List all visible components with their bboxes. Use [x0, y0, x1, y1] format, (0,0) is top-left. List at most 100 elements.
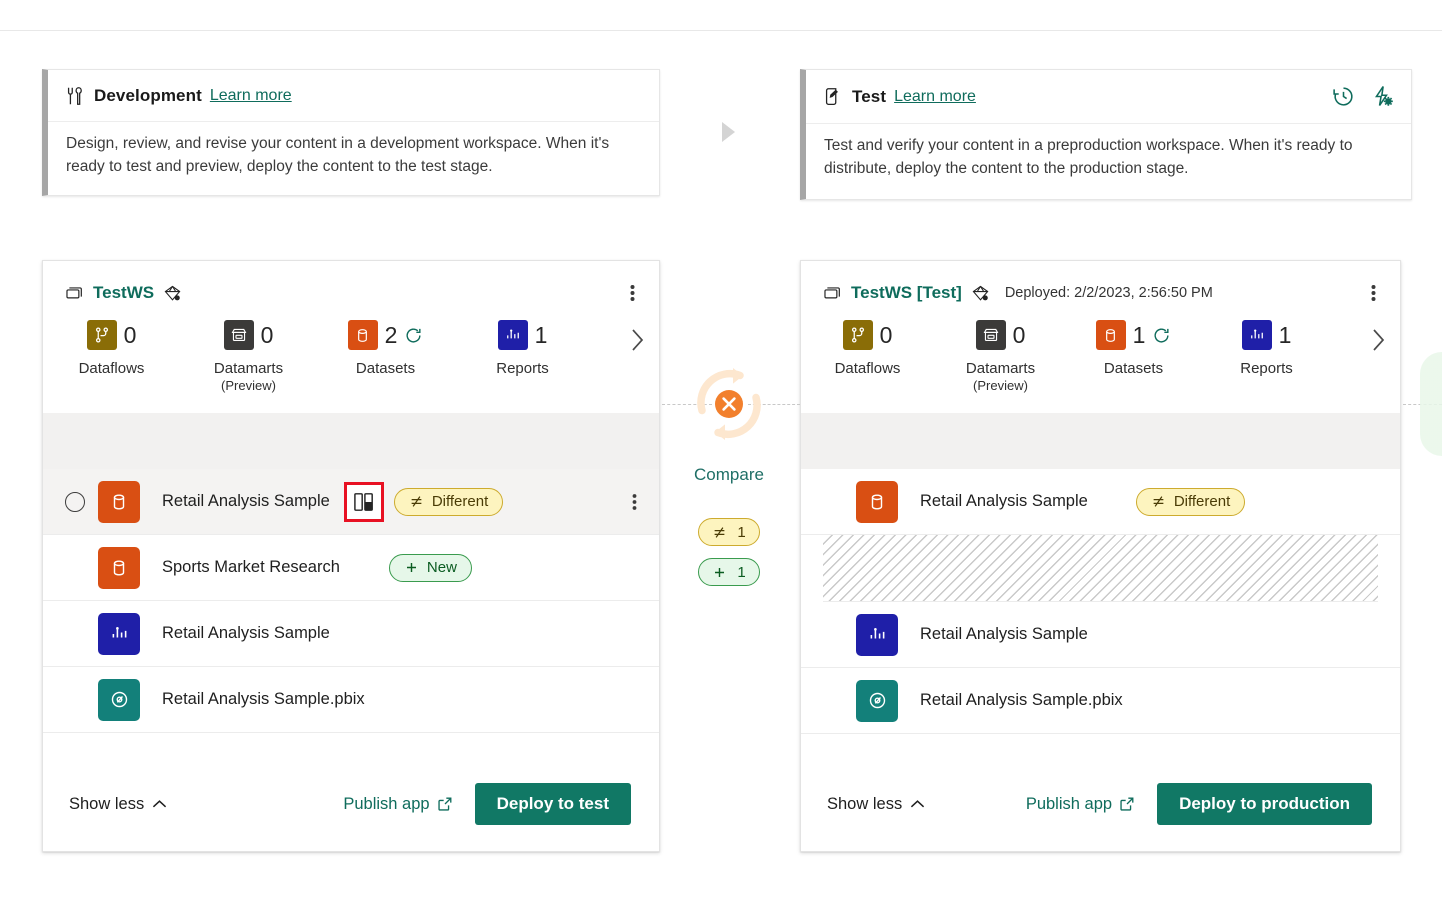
workspace-more-options-button[interactable] [624, 281, 641, 305]
item-name: Retail Analysis Sample.pbix [920, 691, 1123, 710]
chevron-up-icon [152, 799, 167, 809]
list-item[interactable]: Retail Analysis Sample [801, 602, 1400, 668]
not-equal-icon [409, 494, 424, 509]
list-item[interactable]: Retail Analysis Sample.pbix [43, 667, 659, 733]
stage-card-development: Development Learn more Design, review, a… [42, 69, 660, 196]
status-label: Different [432, 493, 488, 510]
dataset-icon [98, 481, 140, 523]
status-label: New [427, 559, 457, 576]
stat-datamarts[interactable]: 0 Datamarts (Preview) [180, 319, 317, 393]
compare-count-value: 1 [737, 564, 745, 581]
workspace-name[interactable]: TestWS [Test] [851, 283, 962, 303]
deployment-history-icon[interactable] [1331, 84, 1356, 109]
list-item[interactable]: Retail Analysis Sample Different [43, 469, 659, 535]
workspace-more-options-button[interactable] [1365, 281, 1382, 305]
stats-next-chevron-icon[interactable] [1370, 327, 1386, 353]
workspace-header-development: TestWS [43, 261, 659, 305]
publish-app-label: Publish app [343, 795, 429, 814]
stat-datasets[interactable]: 2 Datasets [317, 319, 454, 378]
workspace-header-test: TestWS [Test] Deployed: 2/2/2023, 2:56:5… [801, 261, 1400, 305]
not-equal-icon [712, 525, 727, 540]
workspace-content-band [43, 413, 659, 469]
dataset-icon [98, 547, 140, 589]
stage-card-test: Test Learn more Test and verify your con… [800, 69, 1412, 200]
list-item[interactable]: Retail Analysis Sample [43, 601, 659, 667]
compare-count-different[interactable]: 1 [698, 518, 760, 546]
stat-reports[interactable]: 1 Reports [454, 319, 591, 378]
status-badge-different[interactable]: Different [1136, 488, 1245, 516]
open-external-icon [437, 796, 453, 812]
tools-icon [64, 85, 86, 107]
content-list-test: Retail Analysis Sample Different Retail … [801, 469, 1400, 734]
learn-more-link-test[interactable]: Learn more [894, 88, 976, 106]
status-badge-different[interactable]: Different [394, 488, 503, 516]
stat-label: Datasets [356, 359, 415, 378]
compare-count-new[interactable]: 1 [698, 558, 760, 586]
dataset-icon [348, 320, 378, 350]
stage-description: Test and verify your content in a prepro… [806, 124, 1411, 180]
stat-label: Datasets [1104, 359, 1163, 378]
learn-more-link-development[interactable]: Learn more [210, 87, 292, 105]
list-item[interactable]: Sports Market Research New [43, 535, 659, 601]
show-less-label: Show less [69, 795, 144, 814]
list-item[interactable]: Retail Analysis Sample.pbix [801, 668, 1400, 734]
publish-app-label: Publish app [1026, 795, 1112, 814]
item-name: Retail Analysis Sample [920, 492, 1088, 511]
deploy-to-production-button[interactable]: Deploy to production [1157, 783, 1372, 825]
stat-label: Datamarts [966, 359, 1035, 378]
stat-label: Datamarts [214, 359, 283, 378]
stat-datamarts[interactable]: 0 Datamarts (Preview) [934, 319, 1067, 393]
stat-label: Reports [1240, 359, 1293, 378]
dataset-icon [1096, 320, 1126, 350]
compare-items-icon[interactable] [344, 482, 384, 522]
status-badge-new[interactable]: New [389, 554, 472, 582]
stat-reports[interactable]: 1 Reports [1200, 319, 1333, 378]
chevron-up-icon [910, 799, 925, 809]
stat-count: 0 [261, 324, 274, 347]
stat-count: 1 [1279, 324, 1292, 347]
dataset-icon [856, 481, 898, 523]
refresh-icon[interactable] [404, 326, 423, 345]
stat-dataflows[interactable]: 0 Dataflows [801, 319, 934, 378]
datamart-icon [224, 320, 254, 350]
stage-header-test: Test Learn more [806, 70, 1411, 124]
show-less-button[interactable]: Show less [69, 795, 167, 814]
report-icon [1242, 320, 1272, 350]
stat-dataflows[interactable]: 0 Dataflows [43, 319, 180, 378]
play-triangle-icon [722, 122, 735, 142]
compare-label[interactable]: Compare [660, 465, 798, 485]
stage-description: Design, review, and revise your content … [48, 122, 659, 178]
deployment-rules-icon[interactable] [1370, 84, 1395, 109]
stat-label: Reports [496, 359, 549, 378]
report-icon [498, 320, 528, 350]
compare-counts: 1 1 [660, 518, 798, 586]
publish-app-button[interactable]: Publish app [343, 795, 452, 814]
dashboard-icon [98, 679, 140, 721]
stat-count: 0 [1013, 324, 1026, 347]
item-more-options-button[interactable] [624, 491, 645, 513]
plus-icon [404, 560, 419, 575]
datamart-icon [976, 320, 1006, 350]
item-select-radio[interactable] [65, 492, 85, 512]
stats-next-chevron-icon[interactable] [629, 327, 645, 353]
premium-diamond-icon [163, 284, 182, 303]
stat-datasets[interactable]: 1 Datasets [1067, 319, 1200, 378]
workspace-footer-development: Show less Publish app Deploy to test [43, 757, 659, 851]
report-icon [856, 614, 898, 656]
clipboard-pencil-icon [822, 86, 844, 108]
deploy-to-test-button[interactable]: Deploy to test [475, 783, 631, 825]
publish-app-button[interactable]: Publish app [1026, 795, 1135, 814]
workspace-name[interactable]: TestWS [93, 283, 154, 303]
list-item[interactable]: Retail Analysis Sample Different [801, 469, 1400, 535]
show-less-button[interactable]: Show less [827, 795, 925, 814]
compare-count-value: 1 [737, 524, 745, 541]
deployed-timestamp: Deployed: 2/2/2023, 2:56:50 PM [1005, 285, 1213, 301]
compare-sync-icon[interactable] [688, 363, 770, 445]
refresh-icon[interactable] [1152, 326, 1171, 345]
stat-count: 0 [124, 324, 137, 347]
dashboard-icon [856, 680, 898, 722]
workspace-stats-development: 0 Dataflows 0 Datamarts (Preview) [43, 305, 659, 393]
status-label: Different [1174, 493, 1230, 510]
next-compare-arc-partial [1420, 352, 1442, 456]
stat-sublabel: (Preview) [973, 378, 1028, 393]
